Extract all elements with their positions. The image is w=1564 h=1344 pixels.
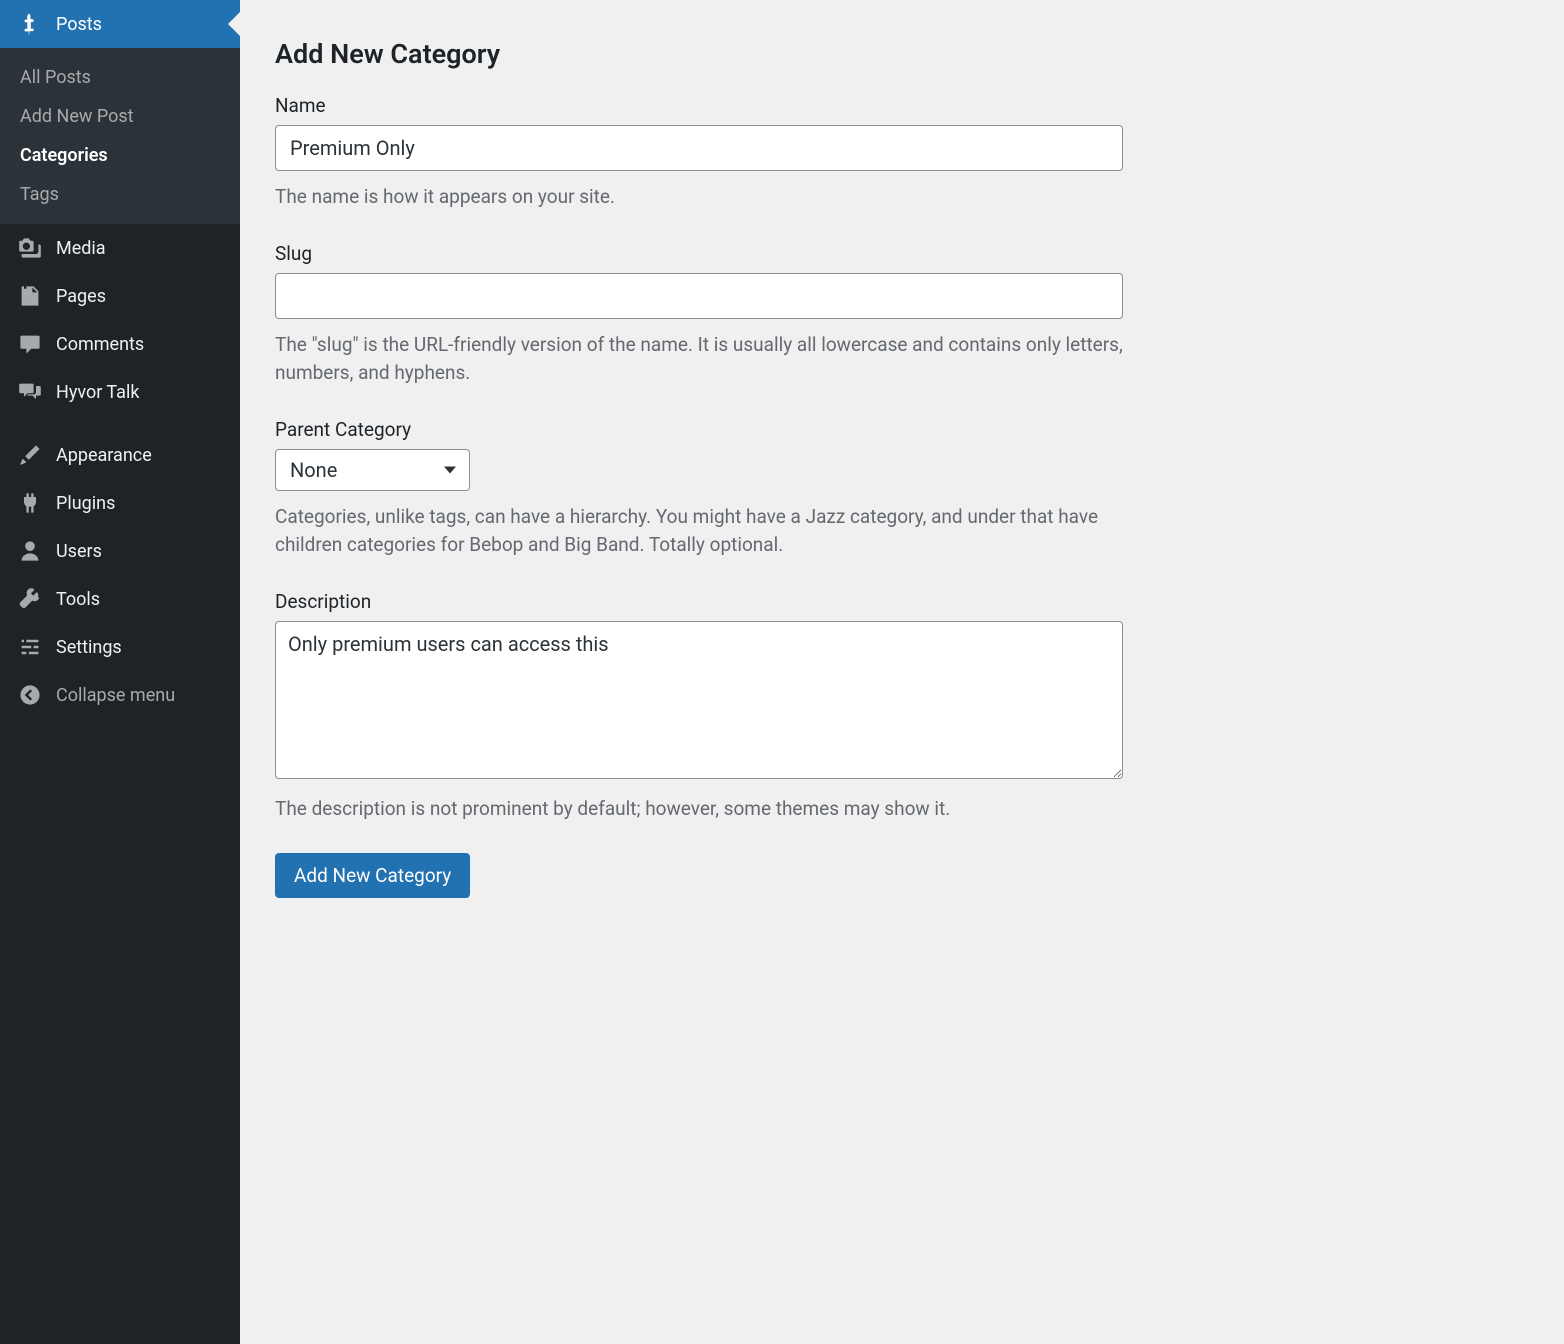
sidebar-item-label: Plugins <box>56 493 115 514</box>
sidebar-item-label: Appearance <box>56 445 152 466</box>
media-icon <box>18 236 42 260</box>
chat-icon <box>18 380 42 404</box>
wrench-icon <box>18 587 42 611</box>
parent-category-help-text: Categories, unlike tags, can have a hier… <box>275 503 1123 560</box>
sidebar-item-plugins[interactable]: Plugins <box>0 479 240 527</box>
slug-field: Slug The "slug" is the URL-friendly vers… <box>275 242 1529 388</box>
admin-sidebar: Posts All Posts Add New Post Categories … <box>0 0 240 1344</box>
parent-category-select[interactable]: None <box>275 449 470 491</box>
comment-icon <box>18 332 42 356</box>
add-new-category-button[interactable]: Add New Category <box>275 853 470 898</box>
description-help-text: The description is not prominent by defa… <box>275 795 1123 824</box>
pages-icon <box>18 284 42 308</box>
sidebar-item-label: Hyvor Talk <box>56 382 139 403</box>
sidebar-item-label: Pages <box>56 286 106 307</box>
brush-icon <box>18 443 42 467</box>
submenu-item-add-new-post[interactable]: Add New Post <box>0 97 240 136</box>
pin-icon <box>18 12 42 36</box>
sidebar-item-comments[interactable]: Comments <box>0 320 240 368</box>
sidebar-item-posts[interactable]: Posts <box>0 0 240 48</box>
description-textarea[interactable] <box>275 621 1123 779</box>
name-field: Name The name is how it appears on your … <box>275 94 1529 212</box>
sidebar-item-label: Users <box>56 541 102 562</box>
posts-submenu: All Posts Add New Post Categories Tags <box>0 48 240 224</box>
description-field: Description The description is not promi… <box>275 590 1529 824</box>
sidebar-item-label: Posts <box>56 14 102 35</box>
description-label: Description <box>275 590 1529 613</box>
submenu-item-categories[interactable]: Categories <box>0 136 240 175</box>
collapse-icon <box>18 683 42 707</box>
slug-input[interactable] <box>275 273 1123 319</box>
parent-category-field: Parent Category None Categories, unlike … <box>275 418 1529 560</box>
slug-help-text: The "slug" is the URL-friendly version o… <box>275 331 1123 388</box>
page-title: Add New Category <box>275 38 1529 70</box>
sidebar-item-pages[interactable]: Pages <box>0 272 240 320</box>
sidebar-item-label: Comments <box>56 334 144 355</box>
sidebar-item-label: Collapse menu <box>56 685 175 706</box>
sidebar-item-media[interactable]: Media <box>0 224 240 272</box>
sliders-icon <box>18 635 42 659</box>
plug-icon <box>18 491 42 515</box>
name-label: Name <box>275 94 1529 117</box>
sidebar-item-users[interactable]: Users <box>0 527 240 575</box>
user-icon <box>18 539 42 563</box>
name-help-text: The name is how it appears on your site. <box>275 183 1123 212</box>
sidebar-collapse-menu[interactable]: Collapse menu <box>0 671 240 719</box>
sidebar-item-label: Settings <box>56 637 122 658</box>
parent-category-label: Parent Category <box>275 418 1529 441</box>
sidebar-item-settings[interactable]: Settings <box>0 623 240 671</box>
main-content: Add New Category Name The name is how it… <box>240 0 1564 1344</box>
submenu-item-tags[interactable]: Tags <box>0 175 240 214</box>
sidebar-item-label: Media <box>56 238 106 259</box>
slug-label: Slug <box>275 242 1529 265</box>
sidebar-item-label: Tools <box>56 589 100 610</box>
sidebar-item-tools[interactable]: Tools <box>0 575 240 623</box>
sidebar-item-hyvor-talk[interactable]: Hyvor Talk <box>0 368 240 416</box>
sidebar-item-appearance[interactable]: Appearance <box>0 431 240 479</box>
name-input[interactable] <box>275 125 1123 171</box>
submenu-item-all-posts[interactable]: All Posts <box>0 58 240 97</box>
